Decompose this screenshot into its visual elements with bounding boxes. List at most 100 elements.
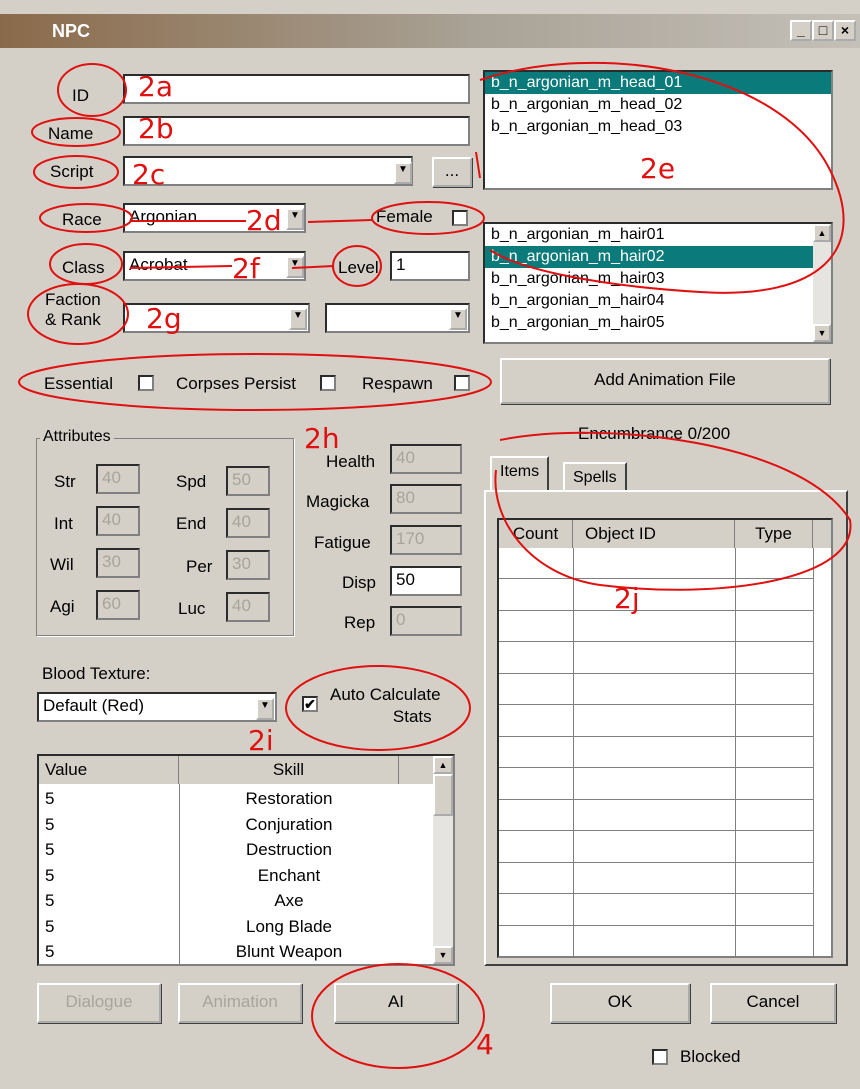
annotation-2d: 2d xyxy=(246,204,282,237)
encumbrance-label: Encumbrance 0/200 xyxy=(578,424,731,443)
column-skill[interactable]: Skill xyxy=(179,756,399,784)
spd-value: 50 xyxy=(232,470,251,489)
column-object-id[interactable]: Object ID xyxy=(573,520,735,548)
blocked-label: Blocked xyxy=(680,1047,741,1066)
list-item[interactable]: b_n_argonian_m_head_01 xyxy=(485,72,831,94)
blood-texture-label: Blood Texture: xyxy=(42,664,151,683)
table-row xyxy=(499,704,813,705)
agi-label: Agi xyxy=(50,597,75,616)
annotation-2e: 2e xyxy=(640,152,676,185)
chevron-down-icon[interactable]: ▼ xyxy=(256,698,274,720)
inventory-table[interactable]: Count Object ID Type xyxy=(497,518,833,958)
annotation-2j: 2j xyxy=(614,582,640,615)
table-row[interactable]: 5 Enchant xyxy=(39,863,437,888)
wil-value: 30 xyxy=(102,552,121,571)
list-item[interactable]: b_n_argonian_m_hair05 xyxy=(485,312,831,334)
magicka-value: 80 xyxy=(396,488,415,507)
str-label: Str xyxy=(54,472,76,491)
level-input[interactable]: 1 xyxy=(390,251,470,281)
skills-header: Value Skill xyxy=(39,756,437,784)
chevron-down-icon[interactable]: ▼ xyxy=(394,162,412,184)
respawn-checkbox[interactable] xyxy=(454,375,470,391)
level-value: 1 xyxy=(396,255,406,274)
scroll-up-icon[interactable]: ▲ xyxy=(433,756,453,774)
race-label: Race xyxy=(62,210,102,229)
list-item[interactable]: b_n_argonian_m_head_02 xyxy=(485,94,831,116)
close-button[interactable]: × xyxy=(834,20,856,41)
tab-spells[interactable]: Spells xyxy=(563,462,627,490)
hair-list-scrollbar[interactable]: ▲ ▼ xyxy=(813,224,831,342)
table-row[interactable]: 5 Restoration xyxy=(39,786,437,811)
add-animation-file-button[interactable]: Add Animation File xyxy=(500,358,830,404)
disp-input[interactable]: 50 xyxy=(390,566,462,596)
id-label: ID xyxy=(72,86,89,105)
id-input[interactable] xyxy=(123,74,470,104)
scroll-down-icon[interactable]: ▼ xyxy=(813,324,831,342)
respawn-label: Respawn xyxy=(362,374,433,393)
title-bar[interactable]: NPC _ □ × xyxy=(0,14,860,48)
essential-checkbox[interactable] xyxy=(138,375,154,391)
table-row xyxy=(499,861,813,863)
scroll-up-icon[interactable]: ▲ xyxy=(813,224,831,242)
ai-button[interactable]: AI xyxy=(334,983,458,1023)
grid-line xyxy=(179,784,180,964)
disp-value: 50 xyxy=(396,570,415,589)
column-count[interactable]: Count xyxy=(499,520,573,548)
list-item[interactable]: b_n_argonian_m_hair04 xyxy=(485,290,831,312)
minimize-button[interactable]: _ xyxy=(790,20,812,41)
list-item[interactable]: b_n_argonian_m_hair03 xyxy=(485,268,831,290)
ok-button[interactable]: OK xyxy=(550,983,690,1023)
dialogue-button[interactable]: Dialogue xyxy=(37,983,161,1023)
spd-label: Spd xyxy=(176,472,207,491)
magicka-label: Magicka xyxy=(306,492,370,511)
table-row xyxy=(499,578,813,579)
table-row[interactable]: 5 Axe xyxy=(39,888,437,913)
script-dropdown[interactable] xyxy=(123,156,413,186)
list-item[interactable]: b_n_argonian_m_hair02 xyxy=(485,246,831,268)
health-field: 40 xyxy=(390,444,462,474)
corpses-persist-label: Corpses Persist xyxy=(176,374,296,393)
table-row[interactable]: 5 Blunt Weapon xyxy=(39,939,437,964)
table-row xyxy=(499,956,813,957)
str-value: 40 xyxy=(102,468,121,487)
scroll-down-icon[interactable]: ▼ xyxy=(433,946,453,964)
chevron-down-icon[interactable]: ▼ xyxy=(286,256,304,278)
skills-table[interactable]: Value Skill 5 Restoration 5 Conjuration 5 Des… xyxy=(37,754,455,966)
chevron-down-icon[interactable]: ▼ xyxy=(286,208,304,230)
inventory-header: Count Object ID Type xyxy=(499,520,831,548)
maximize-button[interactable]: □ xyxy=(812,20,834,41)
chevron-down-icon[interactable]: ▼ xyxy=(289,308,307,330)
name-input[interactable] xyxy=(123,116,470,146)
table-row xyxy=(499,641,813,642)
blocked-checkbox[interactable] xyxy=(652,1049,668,1065)
faction-label: Faction & Rank xyxy=(45,290,101,329)
auto-calculate-checkbox[interactable]: ✔ xyxy=(302,696,318,712)
skill-value: 5 xyxy=(45,840,55,859)
blood-texture-dropdown[interactable]: Default (Red) xyxy=(37,692,277,722)
annotation-4: 4 xyxy=(476,1028,494,1061)
list-item[interactable]: b_n_argonian_m_head_03 xyxy=(485,116,831,138)
tab-items[interactable]: Items xyxy=(490,456,550,490)
annotation-stroke xyxy=(475,151,481,179)
female-checkbox[interactable] xyxy=(452,210,468,226)
rep-field: 0 xyxy=(390,606,462,636)
table-row[interactable]: 5 Destruction xyxy=(39,837,437,862)
class-dropdown[interactable]: Acrobat xyxy=(123,251,306,281)
scroll-thumb[interactable] xyxy=(433,774,453,816)
int-label: Int xyxy=(54,514,73,533)
corpses-persist-checkbox[interactable] xyxy=(320,375,336,391)
column-value[interactable]: Value xyxy=(39,756,179,784)
list-item[interactable]: b_n_argonian_m_hair01 xyxy=(485,224,831,246)
wil-label: Wil xyxy=(50,555,74,574)
animation-button[interactable]: Animation xyxy=(178,983,302,1023)
column-type[interactable]: Type xyxy=(735,520,813,548)
chevron-down-icon[interactable]: ▼ xyxy=(449,308,467,330)
table-row[interactable]: 5 Long Blade xyxy=(39,914,437,939)
skills-scrollbar[interactable]: ▲ ▼ xyxy=(433,756,453,964)
annotation-2c: 2c xyxy=(132,158,166,191)
cancel-button[interactable]: Cancel xyxy=(710,983,836,1023)
disp-label: Disp xyxy=(342,573,377,592)
script-browse-button[interactable]: ... xyxy=(432,157,472,187)
table-row[interactable]: 5 Conjuration xyxy=(39,812,437,837)
hair-list[interactable]: b_n_argonian_m_hair01 b_n_argonian_m_hai… xyxy=(483,222,833,344)
